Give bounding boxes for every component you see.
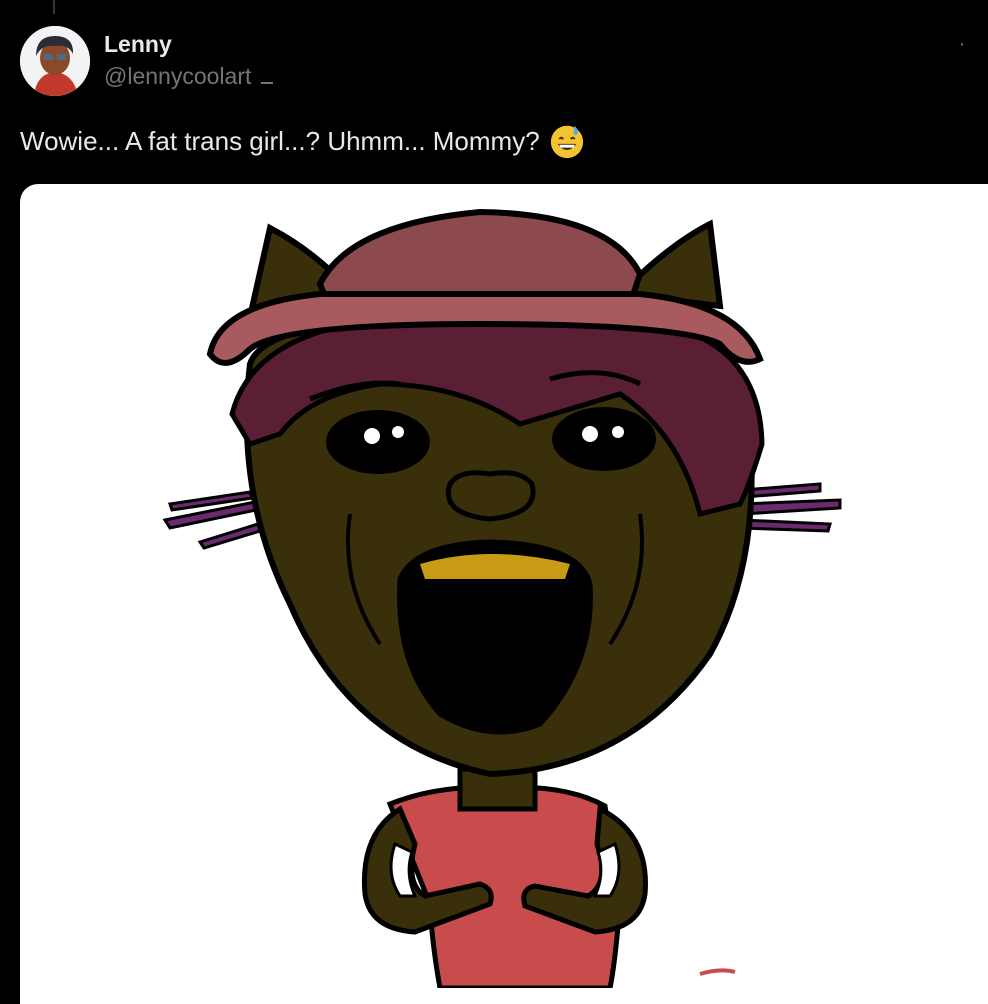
author-avatar[interactable] xyxy=(20,26,90,96)
left-eye xyxy=(326,410,430,474)
author-info: Lenny @lennycoolart xyxy=(104,30,274,90)
whiskers-right xyxy=(738,482,842,533)
grinning-face-with-sweat-icon xyxy=(550,125,583,159)
tweet-header: Lenny @lennycoolart · xyxy=(20,26,968,96)
avatar-image xyxy=(20,26,90,96)
thread-connector-line xyxy=(53,0,55,14)
tweet-text: Wowie... A fat trans girl...? Uhmm... Mo… xyxy=(20,122,586,160)
more-options-button[interactable]: · xyxy=(952,34,972,58)
whiskers-left xyxy=(162,490,262,550)
author-handle[interactable]: @lennycoolart xyxy=(104,62,251,90)
separator-mark xyxy=(261,82,274,84)
handle-row: @lennycoolart xyxy=(104,62,274,90)
shirt xyxy=(386,784,623,988)
author-display-name[interactable]: Lenny xyxy=(104,30,273,58)
nose xyxy=(446,470,536,522)
tweet-body: Wowie... A fat trans girl...? Uhmm... Mo… xyxy=(20,126,540,156)
tweet-media-image[interactable] xyxy=(20,184,988,1004)
right-eye xyxy=(552,407,656,471)
cartoon-illustration xyxy=(162,208,842,988)
